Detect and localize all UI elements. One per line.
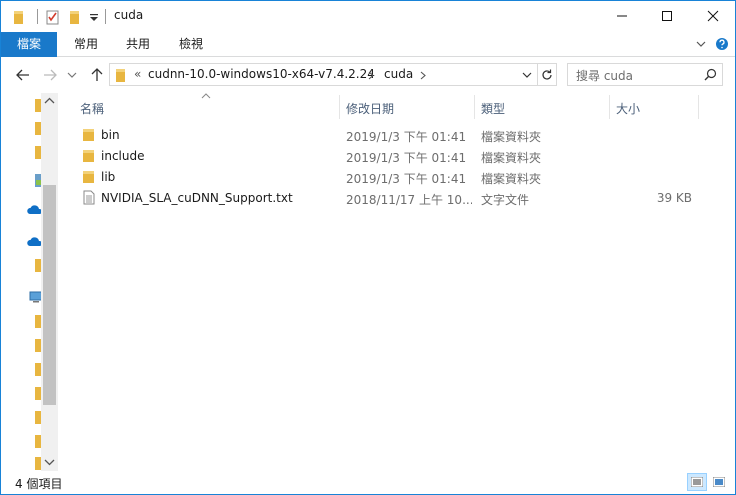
large-icons-view-icon [713, 477, 725, 487]
file-date: 2019/1/3 下午 01:41 [346, 151, 467, 165]
column-divider[interactable] [609, 95, 610, 119]
tab-view[interactable]: 檢視 [170, 32, 212, 57]
folder-icon [14, 11, 23, 24]
file-name[interactable]: lib [101, 170, 337, 184]
chevron-right-icon[interactable] [368, 71, 374, 80]
chevron-down-icon[interactable] [522, 71, 532, 79]
maximize-icon [661, 11, 672, 21]
scrollbar-thumb[interactable] [43, 185, 56, 405]
status-bar: 4 個項目 [1, 471, 735, 494]
breadcrumb-overflow[interactable]: « [134, 67, 141, 81]
window-title: cuda [114, 8, 144, 22]
file-list: 名稱 修改日期 類型 大小 bin 2019/1/3 下午 01:41 檔案資料… [58, 93, 735, 471]
explorer-window: cuda 檔案 常用 共用 檢視 « cudnn-10.0-windows10-… [0, 0, 736, 495]
new-folder-icon[interactable] [69, 9, 81, 25]
folder-icon [83, 129, 94, 141]
file-size: 39 KB [656, 191, 692, 205]
tab-file[interactable]: 檔案 [1, 32, 57, 57]
file-name[interactable]: NVIDIA_SLA_cuDNN_Support.txt [101, 191, 337, 205]
table-row[interactable]: NVIDIA_SLA_cuDNN_Support.txt 2018/11/17 … [58, 188, 735, 209]
breadcrumb-item[interactable]: cudnn-10.0-windows10-x64-v7.4.2.24 [148, 67, 375, 81]
search-input[interactable]: 搜尋 cuda [576, 67, 633, 84]
table-row[interactable]: bin 2019/1/3 下午 01:41 檔案資料夾 [58, 125, 735, 146]
minimize-icon [616, 15, 627, 17]
ribbon-tabs: 檔案 常用 共用 檢視 [1, 32, 735, 57]
maximize-button[interactable] [644, 1, 689, 31]
folder-icon [116, 69, 125, 82]
column-divider[interactable] [698, 95, 699, 119]
refresh-icon[interactable] [540, 68, 554, 82]
file-date: 2018/11/17 上午 10... [346, 193, 472, 207]
search-box[interactable]: 搜尋 cuda [567, 63, 723, 86]
table-row[interactable]: lib 2019/1/3 下午 01:41 檔案資料夾 [58, 167, 735, 188]
folder-icon [83, 150, 94, 162]
chevron-down-icon[interactable] [695, 39, 707, 49]
file-date: 2019/1/3 下午 01:41 [346, 130, 467, 144]
forward-button[interactable] [40, 66, 60, 84]
tab-share[interactable]: 共用 [117, 32, 159, 57]
column-divider[interactable] [474, 95, 475, 119]
minimize-button[interactable] [599, 1, 644, 31]
details-view-icon [691, 477, 703, 487]
column-divider[interactable] [339, 95, 340, 119]
column-header-size[interactable]: 大小 [616, 100, 640, 117]
file-type: 文字文件 [481, 193, 530, 207]
address-separator [537, 64, 538, 85]
file-type: 檔案資料夾 [481, 172, 542, 186]
large-icons-view-button[interactable] [709, 473, 729, 491]
file-type: 檔案資料夾 [481, 130, 542, 144]
chevron-right-icon[interactable] [420, 71, 426, 80]
search-icon[interactable] [704, 68, 717, 81]
up-button[interactable] [87, 66, 107, 84]
sort-ascending-icon [201, 93, 211, 99]
back-button[interactable] [13, 66, 33, 84]
file-type: 檔案資料夾 [481, 151, 542, 165]
file-name[interactable]: include [101, 149, 337, 163]
details-view-button[interactable] [687, 473, 707, 491]
column-header-name[interactable]: 名稱 [80, 100, 104, 117]
close-icon [707, 10, 718, 22]
scroll-down-icon[interactable] [44, 459, 55, 466]
help-icon[interactable] [715, 37, 729, 51]
text-file-icon [83, 190, 95, 205]
customize-toolbar-icon[interactable] [89, 9, 99, 25]
arrow-left-icon [16, 69, 29, 81]
table-row[interactable]: include 2019/1/3 下午 01:41 檔案資料夾 [58, 146, 735, 167]
column-header-date[interactable]: 修改日期 [346, 100, 394, 117]
item-count: 4 個項目 [15, 477, 63, 491]
breadcrumb-item[interactable]: cuda [384, 67, 413, 81]
file-date: 2019/1/3 下午 01:41 [346, 172, 467, 186]
navigation-scrollbar[interactable] [41, 93, 58, 471]
title-separator [105, 9, 106, 24]
address-bar[interactable]: « cudnn-10.0-windows10-x64-v7.4.2.24 cud… [109, 63, 557, 86]
tab-home[interactable]: 常用 [65, 32, 107, 57]
recent-locations-button[interactable] [65, 66, 79, 84]
title-bar: cuda [1, 1, 735, 32]
file-name[interactable]: bin [101, 128, 337, 142]
chevron-down-icon [67, 72, 77, 78]
column-header-type[interactable]: 類型 [481, 100, 505, 117]
arrow-up-icon [91, 68, 103, 81]
close-button[interactable] [690, 1, 735, 31]
properties-icon[interactable] [46, 9, 60, 25]
scroll-up-icon[interactable] [44, 97, 55, 104]
title-separator [37, 9, 38, 24]
folder-icon [83, 171, 94, 183]
arrow-right-icon [44, 69, 57, 81]
